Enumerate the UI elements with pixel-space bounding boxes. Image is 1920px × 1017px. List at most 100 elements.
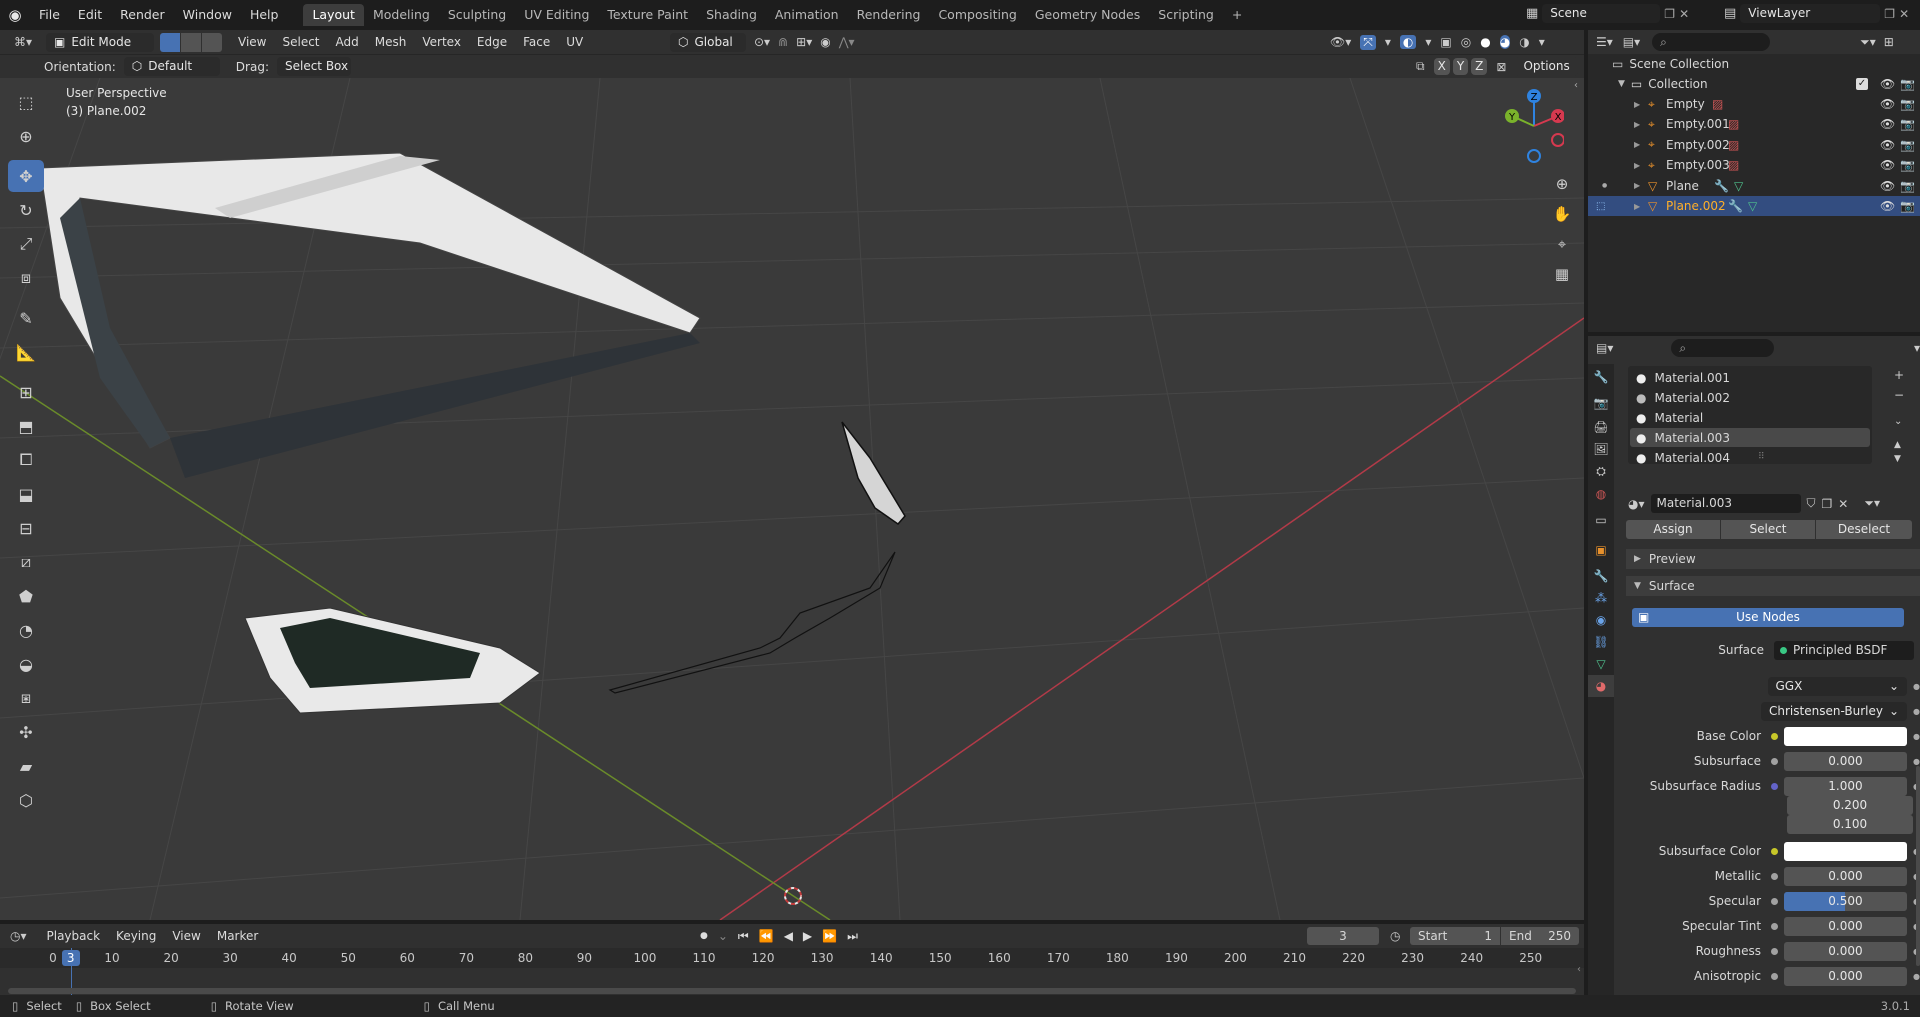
edit-mesh-plane-002[interactable]	[608, 421, 906, 694]
preview-range-icon[interactable]: ◷	[1390, 929, 1400, 943]
gizmo-neg-z-handle[interactable]	[1527, 149, 1541, 163]
collection-tab-icon[interactable]: ▭	[1588, 505, 1614, 535]
viewport-menu-vertex[interactable]: Vertex	[414, 35, 469, 49]
bevel-tool-icon[interactable]: ⬓	[8, 478, 44, 510]
camera-icon[interactable]: 📷	[1900, 179, 1915, 193]
collection-row[interactable]: ▼ ▭ Collection ✓ 👁 📷	[1588, 74, 1920, 94]
number-field[interactable]: 1.000	[1783, 776, 1908, 796]
filter-icon[interactable]: ⏷▾	[1860, 35, 1876, 50]
close-scene-icon[interactable]: ✕	[1679, 7, 1689, 21]
modifier-tab-icon[interactable]: 🔧	[1588, 565, 1614, 587]
snap-icon[interactable]: ⋒	[778, 35, 788, 49]
face-select-button[interactable]	[202, 32, 222, 52]
timeline-editor-icon[interactable]: ◷▾	[10, 929, 27, 943]
viewport-menu-uv[interactable]: UV	[558, 35, 591, 49]
number-field[interactable]: 0.000	[1783, 916, 1908, 936]
number-field[interactable]: 0.000	[1783, 866, 1908, 886]
edit-mode-indicator-icon[interactable]: ⬚	[1596, 201, 1605, 212]
eye-icon[interactable]: 👁	[1880, 77, 1895, 91]
mirror-y-button[interactable]: Y	[1452, 58, 1469, 75]
poly-build-tool-icon[interactable]: ⬟	[8, 580, 44, 612]
timeline-menu-keying[interactable]: Keying	[108, 929, 164, 943]
view-layer-icon[interactable]: ▤	[1724, 6, 1736, 21]
modifier-icon[interactable]: 🔧	[1714, 179, 1729, 193]
render-tab-icon[interactable]: 📷	[1588, 390, 1614, 416]
drag-dropdown[interactable]: Select Box	[276, 57, 351, 76]
outliner-item[interactable]: ▶ ⌖ Empty.002 ▨ 👁 📷	[1588, 135, 1920, 155]
shear-tool-icon[interactable]: ▰	[8, 750, 44, 782]
edge-select-button[interactable]	[181, 32, 201, 52]
add-slot-icon[interactable]: +	[1894, 368, 1904, 382]
color-swatch[interactable]	[1783, 841, 1908, 861]
move-slot-down-icon[interactable]: ▼	[1894, 454, 1901, 464]
material-shading-icon[interactable]: ◕	[1499, 35, 1511, 49]
prev-keyframe-icon[interactable]: ⏪	[759, 929, 774, 943]
expand-arrow-icon[interactable]: ▼	[1618, 79, 1625, 89]
duplicate-material-icon[interactable]: ❐	[1822, 497, 1833, 511]
properties-search-input[interactable]: ⌕	[1671, 339, 1774, 357]
start-frame-field[interactable]: Start 1	[1410, 927, 1500, 945]
timeline-scroll-thumb[interactable]	[8, 988, 1576, 994]
current-frame-field[interactable]: 3	[1307, 927, 1379, 945]
keyframe-dot-icon[interactable]: ●	[1913, 682, 1920, 691]
scene-collection-row[interactable]: ▭ Scene Collection	[1588, 54, 1920, 74]
constraints-tab-icon[interactable]: ⛓	[1588, 631, 1614, 653]
orientation-dropdown[interactable]: ⬡ Default	[123, 57, 220, 76]
eye-icon[interactable]: 👁	[1880, 199, 1895, 213]
timeline-ruler[interactable]: 0 10 20 30 40 50 60 70 80 90 100 110 120 130 140 150 160…	[0, 948, 1584, 1004]
properties-scrollbar[interactable]	[1916, 766, 1920, 966]
tab-modeling[interactable]: Modeling	[364, 4, 439, 26]
distribution-dropdown[interactable]: GGX ⌄	[1767, 676, 1907, 696]
loop-cut-tool-icon[interactable]: ⊟	[8, 512, 44, 544]
mesh-data-icon[interactable]: ▽	[1748, 199, 1757, 213]
expand-arrow-icon[interactable]: ▶	[1634, 181, 1640, 190]
mesh-data-icon[interactable]: ▽	[1734, 179, 1743, 193]
tab-shading[interactable]: Shading	[697, 4, 766, 26]
outliner-item[interactable]: ▶ ⌖ Empty.003 ▨ 👁 📷	[1588, 155, 1920, 175]
select-box-tool-icon[interactable]: ⬚	[8, 86, 44, 118]
material-slot-item[interactable]: ● Material	[1630, 408, 1870, 427]
viewport-menu-add[interactable]: Add	[328, 35, 367, 49]
shading-dropdown-icon[interactable]: ▾	[1539, 35, 1545, 49]
knife-tool-icon[interactable]: ⧄	[8, 546, 44, 578]
viewport-menu-view[interactable]: View	[230, 35, 274, 49]
auto-keying-icon[interactable]: ●	[700, 931, 708, 941]
use-nodes-button[interactable]: ▣ Use Nodes	[1632, 608, 1904, 627]
number-field[interactable]: 0.000	[1783, 941, 1908, 961]
rendered-shading-icon[interactable]: ◑	[1519, 35, 1529, 49]
timeline-menu-playback[interactable]: Playback	[39, 929, 109, 943]
outliner-item[interactable]: ● ▶ ▽ Plane 🔧 ▽ 👁 📷	[1588, 176, 1920, 196]
solid-shading-icon[interactable]: ●	[1480, 35, 1490, 49]
tab-animation[interactable]: Animation	[766, 4, 848, 26]
slot-specials-icon[interactable]: ⌄	[1894, 416, 1902, 427]
vertex-select-button[interactable]	[160, 32, 180, 52]
surface-shader-field[interactable]: Principled BSDF	[1774, 640, 1914, 660]
viewport-menu-face[interactable]: Face	[515, 35, 558, 49]
jump-end-icon[interactable]: ⏭	[847, 929, 858, 944]
expand-arrow-icon[interactable]: ▶	[1634, 100, 1640, 109]
frame-mesh[interactable]	[39, 152, 701, 478]
object-tab-icon[interactable]: ▣	[1588, 535, 1614, 565]
options-dropdown[interactable]: Options	[1515, 57, 1578, 76]
gizmo-icon[interactable]: ⤧	[1360, 34, 1376, 50]
collection-checkbox[interactable]: ✓	[1856, 78, 1868, 90]
modifier-icon[interactable]: 🔧	[1728, 199, 1743, 213]
material-slot-item[interactable]: ● Material.002	[1630, 388, 1870, 407]
annotate-tool-icon[interactable]: ✎	[8, 302, 44, 334]
expand-arrow-icon[interactable]: ▶	[1634, 140, 1640, 149]
display-mode-icon[interactable]: ▤▾	[1623, 35, 1640, 49]
timeline-menu-view[interactable]: View	[164, 929, 208, 943]
blender-logo-icon[interactable]: ◉	[0, 6, 30, 24]
material-name-field[interactable]: Material.003	[1650, 494, 1801, 513]
camera-icon[interactable]: 📷	[1900, 199, 1915, 213]
view-layer-tab-icon[interactable]: 🖼	[1588, 438, 1614, 460]
overlays-dropdown-icon[interactable]: ▾	[1425, 35, 1431, 49]
cursor-tool-icon[interactable]: ⊕	[8, 120, 44, 152]
inset-tool-icon[interactable]: ⧠	[8, 444, 44, 476]
image-data-icon[interactable]: ▨	[1728, 138, 1739, 152]
eye-icon[interactable]: 👁	[1880, 158, 1895, 172]
expand-arrow-icon[interactable]: ▶	[1634, 202, 1640, 211]
scale-tool-icon[interactable]: ⤢	[8, 228, 44, 260]
deselect-button[interactable]: Deselect	[1816, 520, 1912, 539]
edge-slide-tool-icon[interactable]: ⧆	[8, 682, 44, 714]
